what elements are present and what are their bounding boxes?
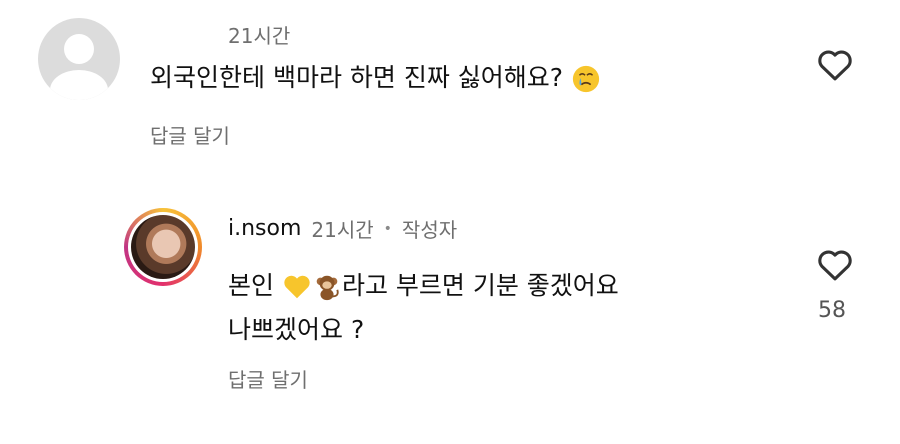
comment-meta: 21시간 — [228, 20, 290, 49]
reply-button[interactable]: 답글 달기 — [150, 120, 230, 149]
avatar-body-shape — [50, 70, 108, 100]
comment-text-part2: 라고 부르면 기분 좋겠어요 — [341, 271, 619, 300]
story-ring-avatar[interactable] — [124, 208, 202, 286]
heart-outline-icon[interactable] — [816, 248, 854, 282]
separator-dot: • — [383, 220, 392, 237]
comment-1: 21시간 외국인한테 백마라 하면 진짜 싫어해요? 답글 달기 — [0, 0, 900, 170]
comment-text-body: 외국인한테 백마라 하면 진짜 싫어해요? — [150, 63, 564, 92]
avatar-head-shape — [64, 34, 94, 64]
crying-face-emoji-icon — [572, 65, 600, 93]
monkey-emoji-icon — [316, 275, 339, 301]
comment-line-1: 본인 라고 부르면 기분 좋겠어요 — [228, 264, 619, 308]
comment-time: 21시간 — [228, 24, 291, 48]
reply-button[interactable]: 답글 달기 — [228, 364, 308, 393]
avatar-ring-gap — [128, 212, 198, 282]
author-badge: 작성자 — [401, 218, 458, 242]
comment-meta: i.nsom 21시간 • 작성자 — [228, 214, 457, 243]
yellow-heart-emoji-icon — [284, 275, 310, 299]
username-link[interactable]: i.nsom — [228, 216, 301, 241]
comment-text: 외국인한테 백마라 하면 진짜 싫어해요? — [150, 56, 601, 100]
profile-photo — [131, 215, 195, 279]
comment-text: 본인 라고 부르면 기분 좋겠어요 나쁘겠어요 ? — [228, 264, 619, 352]
default-avatar[interactable] — [38, 18, 120, 100]
heart-outline-icon[interactable] — [816, 48, 854, 82]
like-count[interactable]: 58 — [818, 298, 846, 323]
comment-text-part1: 본인 — [228, 271, 282, 300]
comment-time: 21시간 — [311, 218, 374, 242]
comment-line-2: 나쁘겠어요 ? — [228, 315, 365, 344]
comment-2: i.nsom 21시간 • 작성자 본인 라고 부르면 기분 좋겠어요 나쁘겠어… — [0, 190, 900, 444]
